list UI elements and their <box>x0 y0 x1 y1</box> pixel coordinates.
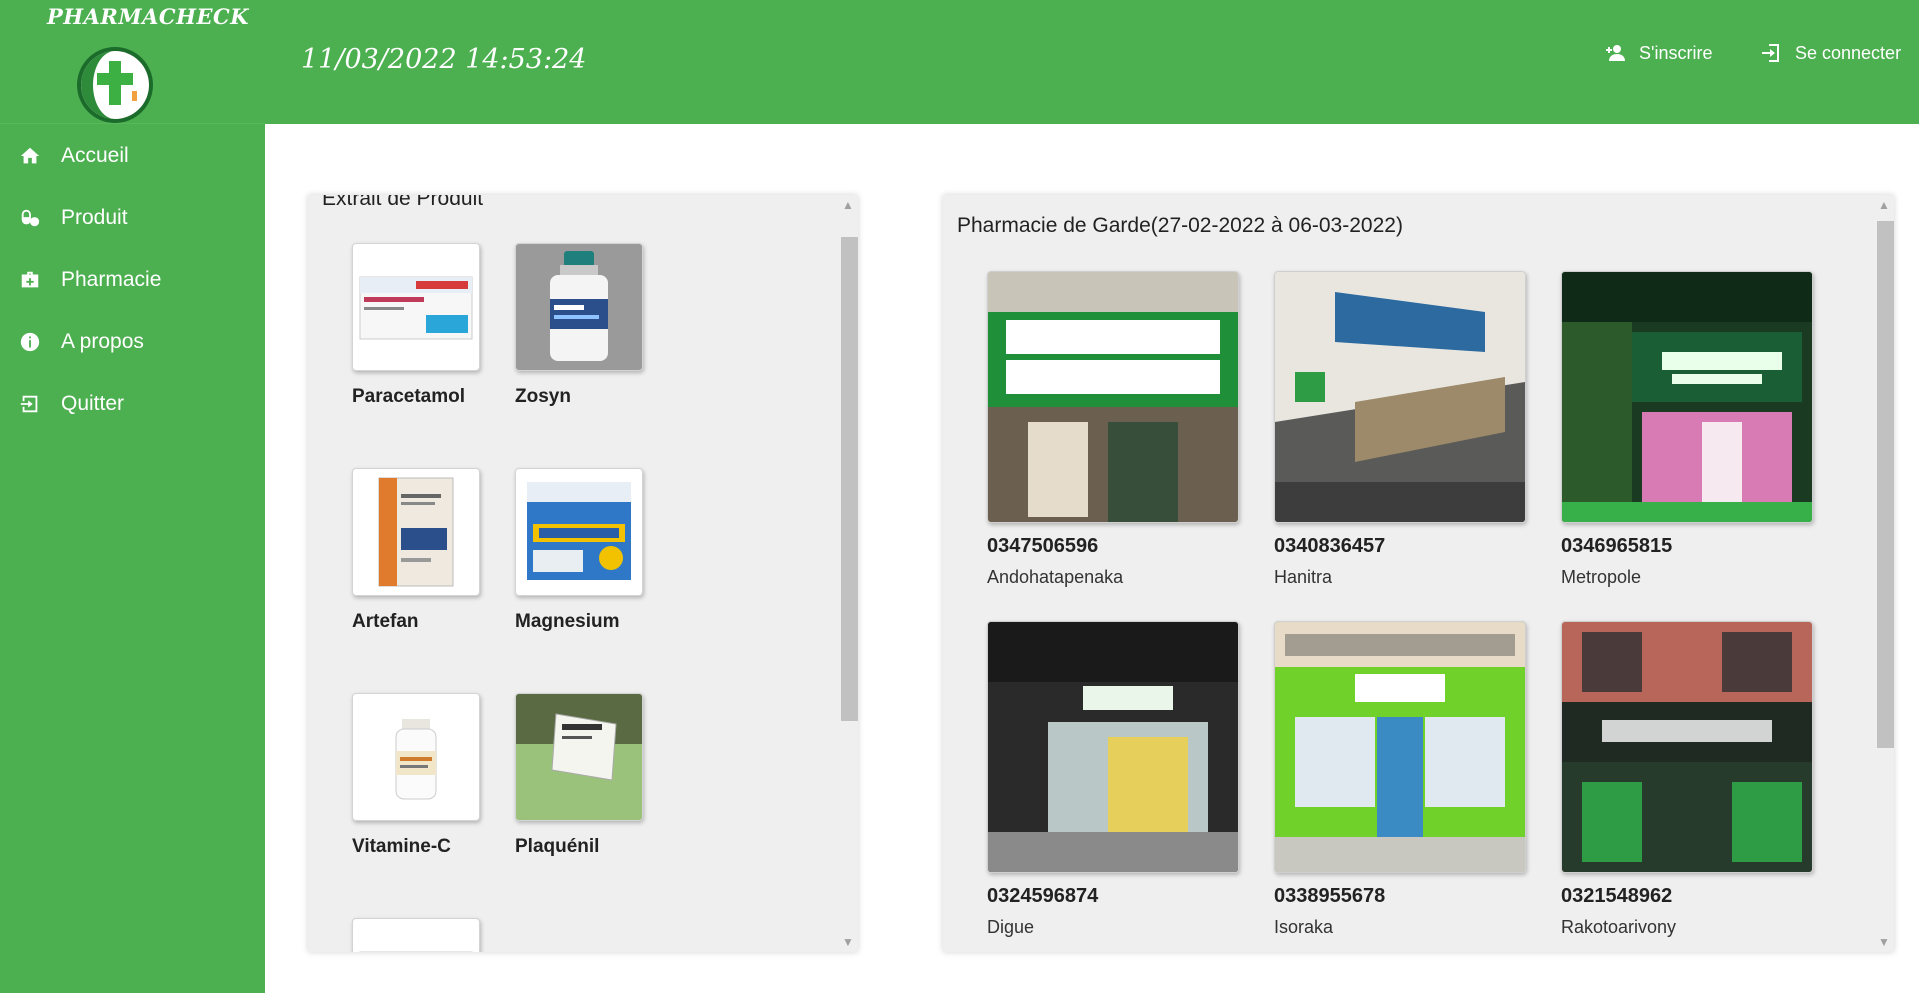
product-image <box>515 693 643 821</box>
login-button[interactable]: Se connecter <box>1759 38 1901 68</box>
scrollbar-thumb[interactable] <box>841 237 858 721</box>
pharmacy-name: Rakotoarivony <box>1561 917 1677 937</box>
pharmacy-phone: 0340836457 <box>1274 535 1386 557</box>
pharmacy-scrollbar[interactable]: ▲ ▼ <box>1874 195 1894 952</box>
signup-button[interactable]: S'inscrire <box>1603 38 1712 68</box>
sidebar-nav: Accueil Produit Pharmacie A propos Quitt… <box>0 125 265 435</box>
add-user-icon <box>1606 45 1625 61</box>
pharmacy-panel-title: Pharmacie de Garde(27-02-2022 à 06-03-20… <box>957 214 1403 237</box>
pharmacy-photo <box>1274 271 1526 523</box>
top-header: 11/03/2022 14:53:24 S'inscrire Se connec… <box>265 0 1919 124</box>
pharmacy-photo <box>987 271 1239 523</box>
pharmacy-name: Digue <box>987 917 1035 937</box>
sidebar-item-apropos[interactable]: A propos <box>0 311 265 373</box>
product-card-magnesium[interactable]: Magnesium <box>515 468 645 633</box>
scroll-down-icon[interactable]: ▼ <box>1874 932 1894 952</box>
sidebar-item-quitter[interactable]: Quitter <box>0 373 265 435</box>
product-scrollbar[interactable]: ▲ ▼ <box>838 195 858 952</box>
brand-area: PHARMACHECK <box>0 0 265 124</box>
product-image <box>515 243 643 371</box>
medkit-icon <box>18 268 42 292</box>
pharmacy-card-isoraka[interactable]: 0338955678 Isoraka <box>1274 621 1526 938</box>
pharmacy-photo <box>1274 621 1526 873</box>
product-name: Magnesium <box>515 611 620 632</box>
login-label: Se connecter <box>1795 42 1902 63</box>
pharmacy-card-digue[interactable]: 0324596874 Digue <box>987 621 1239 938</box>
product-name: Paracetamol <box>352 386 466 407</box>
signup-label: S'inscrire <box>1639 42 1713 63</box>
pills-icon <box>18 206 42 230</box>
product-image <box>352 918 480 952</box>
pharmacy-name: Andohatapenaka <box>987 567 1124 587</box>
pharmacy-card-rakotoarivony[interactable]: 0321548962 Rakotoarivony <box>1561 621 1813 938</box>
pharmacy-name: Metropole <box>1561 567 1642 587</box>
product-name: Artefan <box>352 611 419 632</box>
product-image <box>352 468 480 596</box>
product-panel: Extrait de Produit Paracetamol Zosyn Art… <box>308 195 858 952</box>
scroll-down-icon[interactable]: ▼ <box>838 932 858 952</box>
exit-icon <box>18 392 42 416</box>
sidebar-item-accueil[interactable]: Accueil <box>0 125 265 187</box>
sidebar-item-label: A propos <box>61 330 144 353</box>
pharmacy-card-metropole[interactable]: 0346965815 Metropole <box>1561 271 1813 588</box>
product-card-artefan[interactable]: Artefan <box>352 468 482 633</box>
sidebar-item-label: Accueil <box>61 144 129 167</box>
pharmacy-photo <box>1561 271 1813 523</box>
pharmacy-name: Hanitra <box>1274 567 1333 587</box>
product-card-plaquenil[interactable]: Plaquénil <box>515 693 645 858</box>
scroll-up-icon[interactable]: ▲ <box>838 195 858 215</box>
product-name: Plaquénil <box>515 836 600 857</box>
pharmacy-phone: 0338955678 <box>1274 885 1386 907</box>
product-card-zosyn[interactable]: Zosyn <box>515 243 645 408</box>
login-icon <box>1762 44 1779 62</box>
sidebar-item-pharmacie[interactable]: Pharmacie <box>0 249 265 311</box>
product-card-vitamine-c[interactable]: Vitamine-C <box>352 693 482 858</box>
product-image <box>352 693 480 821</box>
product-name: Zosyn <box>515 386 571 407</box>
pharmacy-cross-logo <box>77 47 153 123</box>
sidebar-item-label: Pharmacie <box>61 268 162 291</box>
sidebar-item-produit[interactable]: Produit <box>0 187 265 249</box>
product-panel-title: Extrait de Produit <box>322 195 484 210</box>
app-brand-title: PHARMACHECK <box>47 4 249 29</box>
home-icon <box>18 144 42 168</box>
scroll-up-icon[interactable]: ▲ <box>1874 195 1894 215</box>
sidebar-item-label: Quitter <box>61 392 125 415</box>
sidebar-item-label: Produit <box>61 206 128 229</box>
product-image <box>515 468 643 596</box>
product-card-azithromycine[interactable] <box>352 918 482 952</box>
pharmacy-phone: 0321548962 <box>1561 885 1673 907</box>
pharmacy-phone: 0324596874 <box>987 885 1099 907</box>
sidebar: PHARMACHECK Accueil Produit Pharmacie A … <box>0 0 265 993</box>
pharmacy-photo <box>1561 621 1813 873</box>
pharmacy-phone: 0346965815 <box>1561 535 1673 557</box>
pharmacy-card-andohatapenaka[interactable]: 0347506596 Andohatapenaka <box>987 271 1239 588</box>
current-datetime: 11/03/2022 14:53:24 <box>301 44 587 75</box>
pharmacy-phone: 0347506596 <box>987 535 1099 557</box>
product-name: Vitamine-C <box>352 836 451 857</box>
product-image <box>352 243 480 371</box>
scrollbar-thumb[interactable] <box>1877 221 1894 748</box>
info-icon <box>18 330 42 354</box>
pharmacy-card-hanitra[interactable]: 0340836457 Hanitra <box>1274 271 1526 588</box>
product-card-paracetamol[interactable]: Paracetamol <box>352 243 482 408</box>
pharmacy-photo <box>987 621 1239 873</box>
pharmacy-name: Isoraka <box>1274 917 1334 937</box>
pharmacy-panel: Pharmacie de Garde(27-02-2022 à 06-03-20… <box>943 195 1894 952</box>
